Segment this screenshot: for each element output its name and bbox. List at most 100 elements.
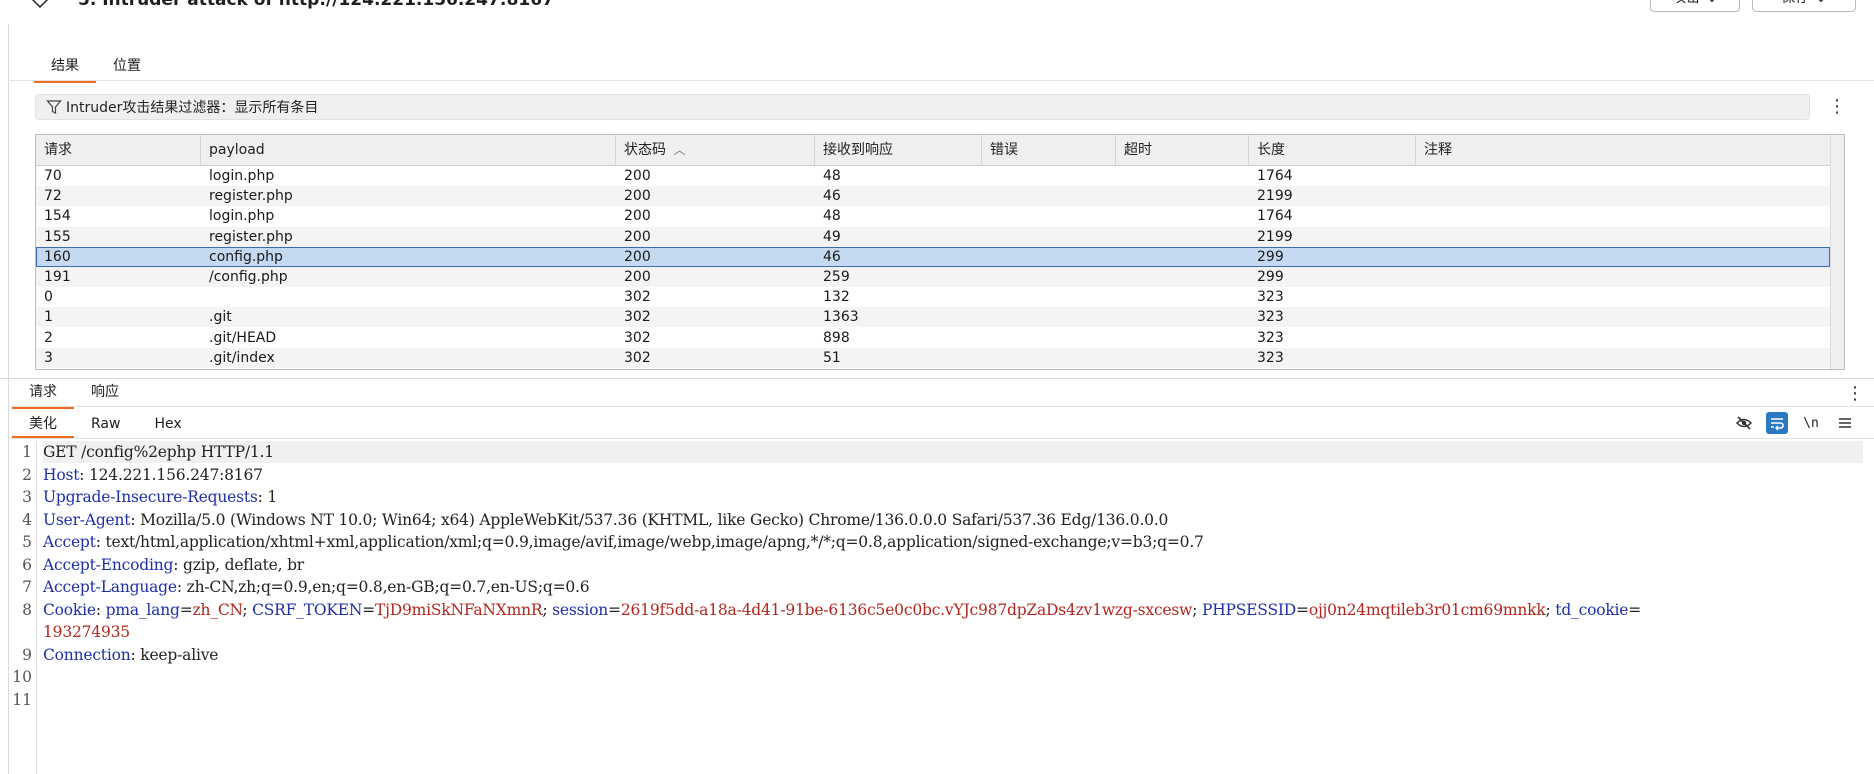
table-row[interactable]: 3 .git/index 302 51 323 [36, 347, 1830, 368]
table-row-selected[interactable]: 160 config.php 200 46 299 [36, 246, 1830, 267]
table-row[interactable]: 154 login.php 200 48 1764 [36, 206, 1830, 227]
cell-timeout [1116, 348, 1124, 368]
filter-text: Intruder攻击结果过滤器：显示所有条目 [66, 100, 319, 116]
header-separator: : [95, 533, 106, 551]
table-row[interactable]: 1 .git 302 1363 323 [36, 307, 1830, 328]
cookie-equals: = [608, 600, 621, 619]
column-header-comment[interactable]: 注释 [1416, 135, 1830, 165]
header-line: Connection: keep-alive [43, 644, 218, 666]
cell-status: 200 [624, 269, 651, 285]
cookie-value: ojj0n24mqtileb3r01cm69mnkk [1308, 600, 1546, 619]
table-row[interactable]: 2 .git/HEAD 302 898 323 [36, 327, 1830, 348]
tab-results[interactable]: 结果 [34, 56, 96, 83]
pane-divider[interactable] [0, 378, 1874, 379]
cell-error [982, 166, 990, 186]
cell-comment [1416, 348, 1424, 368]
tab-request[interactable]: 请求 [12, 382, 74, 409]
cell-status: 200 [624, 168, 651, 184]
attack-button[interactable]: 攻击 ⌄ [1650, 0, 1740, 12]
cookie-name: session [552, 600, 609, 619]
column-header-payload[interactable]: payload [201, 135, 616, 165]
tab-hex[interactable]: Hex [137, 414, 198, 436]
header-value: 124.221.156.247:8167 [88, 465, 263, 484]
cell-response-received: 1363 [823, 309, 859, 326]
column-header-length[interactable]: 长度 [1249, 135, 1416, 165]
table-row[interactable]: 155 register.php 200 49 2199 [36, 226, 1830, 247]
kebab-menu-icon[interactable]: ⋮ [1846, 384, 1864, 404]
cell-timeout [1116, 328, 1124, 348]
cookie-value: 193274935 [43, 623, 130, 641]
cell-comment [1416, 227, 1424, 247]
cell-status: 200 [624, 228, 651, 245]
tab-positions[interactable]: 位置 [96, 56, 158, 80]
hide-non-printable-icon[interactable] [1733, 412, 1755, 434]
cell-length: 2199 [1257, 228, 1293, 245]
line-number: 5 [22, 533, 32, 551]
cell-timeout [1116, 166, 1124, 186]
cookie-separator: ; [542, 600, 553, 619]
cell-payload [201, 287, 209, 307]
cell-length: 323 [1257, 309, 1284, 326]
table-scrollbar[interactable] [1830, 135, 1844, 369]
cell-error [982, 307, 990, 327]
results-filter-bar[interactable]: Intruder攻击结果过滤器：显示所有条目 [35, 94, 1810, 120]
cell-error [982, 348, 990, 368]
tag-icon[interactable] [30, 0, 50, 10]
cell-comment [1416, 166, 1424, 186]
cookie-value: 2619f5dd-a18a-4d41-91be-6136c5e0c0bc.vYJ… [620, 600, 1193, 619]
save-button[interactable]: 保存 ⌄ [1752, 0, 1856, 12]
show-newlines-icon[interactable]: \n [1800, 412, 1822, 434]
cell-payload: login.php [209, 208, 275, 225]
cell-comment [1416, 287, 1424, 307]
cell-request: 191 [44, 269, 71, 285]
header-separator: : [173, 555, 183, 574]
header-separator: : [130, 645, 141, 664]
column-header-status[interactable]: 状态码 ︿ [616, 135, 815, 165]
cell-request: 154 [44, 208, 71, 225]
header-line: Host: 124.221.156.247:8167 [43, 464, 263, 486]
line-number: 9 [22, 645, 32, 664]
header-line: Accept-Encoding: gzip, deflate, br [43, 554, 304, 576]
cell-response-received: 46 [823, 188, 841, 205]
cell-response-received: 48 [823, 168, 841, 184]
cell-status: 302 [624, 329, 651, 346]
cell-timeout [1116, 307, 1124, 327]
cell-length: 1764 [1257, 208, 1293, 225]
cell-request: 0 [44, 289, 53, 306]
column-header-timeout[interactable]: 超时 [1116, 135, 1249, 165]
cell-timeout [1116, 287, 1124, 307]
cookie-header-line: Cookie: pma_lang=zh_CN; CSRF_TOKEN=TjD9m… [43, 599, 1641, 621]
header-value: text/html,application/xhtml+xml,applicat… [105, 533, 1204, 551]
table-row[interactable]: 0 302 132 323 [36, 287, 1830, 308]
cell-payload: .git [209, 309, 232, 326]
header-name: Accept-Language [43, 578, 177, 596]
view-mode-tabs: 美化 Raw Hex [12, 414, 199, 439]
cell-status: 200 [624, 208, 651, 225]
header-value: 1 [267, 488, 278, 506]
cell-request: 70 [44, 168, 62, 184]
cell-timeout [1116, 227, 1124, 247]
cell-status: 302 [624, 309, 651, 326]
results-tabs: 结果 位置 [34, 56, 158, 83]
kebab-menu-icon[interactable]: ⋮ [1828, 96, 1846, 118]
tab-raw[interactable]: Raw [74, 414, 137, 436]
tab-pretty[interactable]: 美化 [12, 414, 74, 439]
table-row[interactable]: 70 login.php 200 48 1764 [36, 166, 1830, 186]
cookie-name: PHPSESSID [1201, 600, 1297, 619]
tab-response[interactable]: 响应 [74, 382, 136, 406]
hamburger-menu-icon[interactable] [1834, 412, 1856, 434]
column-header-request[interactable]: 请求 [36, 135, 201, 165]
cell-comment [1416, 328, 1424, 348]
table-row[interactable]: 191/config.php 200 259 299 [36, 267, 1830, 287]
column-header-response-received[interactable]: 接收到响应 [815, 135, 982, 165]
save-button-label: 保存 [1781, 0, 1809, 11]
header-value: gzip, deflate, br [182, 555, 305, 574]
chevron-down-icon: ⌄ [1815, 0, 1827, 11]
word-wrap-toggle-icon[interactable] [1766, 412, 1788, 434]
request-editor[interactable]: 1 2 3 4 5 6 7 8 9 10 11 GET /config%2ephp HTTP/1.1… [10, 441, 1874, 774]
cell-comment [1416, 247, 1424, 267]
cookie-name: CSRF_TOKEN [252, 600, 363, 619]
table-row[interactable]: 72 register.php 200 46 2199 [36, 186, 1830, 207]
column-header-error[interactable]: 错误 [982, 135, 1116, 165]
cell-payload: .git/index [209, 349, 275, 366]
